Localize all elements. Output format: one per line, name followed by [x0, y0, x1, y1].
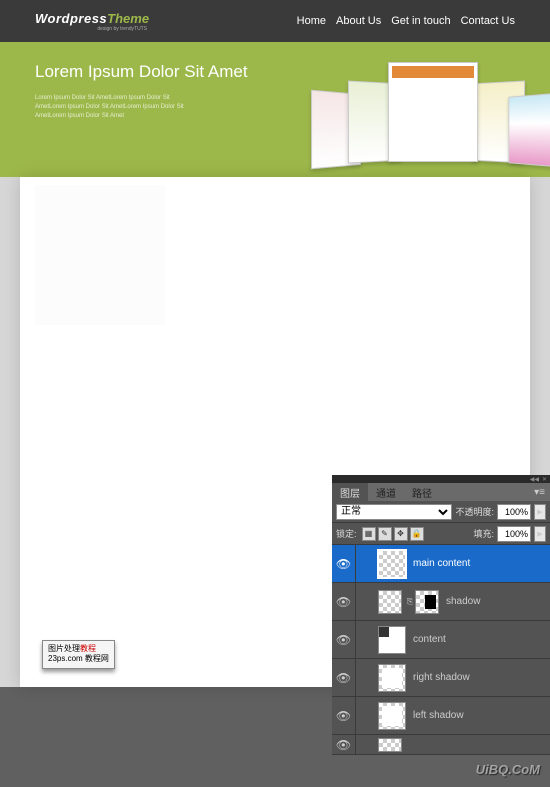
visibility-toggle[interactable]: 👁 [332, 697, 356, 734]
eye-icon: 👁 [336, 709, 351, 723]
main-nav: Home About Us Get in touch Contact Us [297, 15, 515, 27]
lock-pixels-icon[interactable]: ✎ [378, 527, 392, 541]
eye-icon: 👁 [336, 595, 351, 609]
layer-row[interactable]: 👁 left shadow [332, 697, 550, 735]
lock-row: 锁定: ▦ ✎ ✥ 🔒 填充: ▶ [332, 523, 550, 545]
layer-thumbnail[interactable] [378, 664, 406, 692]
panel-close-icon[interactable]: ✕ [542, 476, 547, 483]
layer-name: content [409, 634, 446, 645]
mask-thumbnail[interactable] [415, 590, 439, 614]
visibility-toggle[interactable]: 👁 [332, 621, 356, 658]
eye-icon: 👁 [336, 633, 351, 647]
visibility-toggle[interactable]: 👁 [332, 545, 356, 582]
layer-row-partial[interactable]: 👁 [332, 735, 550, 755]
fill-input[interactable] [497, 526, 531, 542]
layers-list: 👁 main content 👁 ⎘ shadow 👁 content 👁 ri… [332, 545, 550, 755]
lock-buttons: ▦ ✎ ✥ 🔒 [360, 527, 426, 541]
caption-line2: 23ps.com 教程网 [48, 654, 109, 664]
eye-icon: 👁 [336, 738, 351, 752]
opacity-flyout-icon[interactable]: ▶ [534, 504, 546, 520]
nav-home[interactable]: Home [297, 15, 326, 27]
fill-label: 填充: [473, 527, 494, 540]
link-icon[interactable]: ⎘ [405, 597, 415, 607]
blend-mode-select[interactable]: 正常 [336, 504, 452, 520]
layer-name: main content [409, 558, 470, 569]
layer-thumbnail[interactable] [378, 590, 402, 614]
nav-about[interactable]: About Us [336, 15, 381, 27]
panel-topbar: ◀◀ ✕ [332, 475, 550, 483]
visibility-toggle[interactable]: 👁 [332, 735, 356, 754]
lock-all-icon[interactable]: 🔒 [410, 527, 424, 541]
inner-placeholder-box [35, 185, 165, 325]
lock-transparency-icon[interactable]: ▦ [362, 527, 376, 541]
layer-row[interactable]: 👁 ⎘ shadow [332, 583, 550, 621]
fill-flyout-icon[interactable]: ▶ [534, 526, 546, 542]
caption-line1: 图片处理教程 [48, 644, 109, 654]
eye-icon: 👁 [336, 557, 351, 571]
layer-row[interactable]: 👁 right shadow [332, 659, 550, 697]
logo-subtitle: design by trendyTUTS [35, 26, 149, 32]
visibility-toggle[interactable]: 👁 [332, 659, 356, 696]
layer-name: left shadow [409, 710, 464, 721]
lock-position-icon[interactable]: ✥ [394, 527, 408, 541]
image-caption-box: 图片处理教程 23ps.com 教程网 [42, 640, 115, 669]
nav-contact[interactable]: Contact Us [461, 15, 515, 27]
mockup-image [508, 93, 550, 167]
layer-thumbnail[interactable] [378, 626, 406, 654]
tab-layers[interactable]: 图层 [332, 483, 368, 501]
opacity-label: 不透明度: [455, 505, 494, 518]
watermark: UiBQ.CoM [476, 762, 540, 777]
layer-row[interactable]: 👁 main content [332, 545, 550, 583]
layer-thumbnail[interactable] [378, 738, 402, 752]
hero-mockups [310, 57, 540, 177]
site-logo: WordpressTheme design by trendyTUTS [35, 11, 149, 32]
layer-row[interactable]: 👁 content [332, 621, 550, 659]
layer-name: right shadow [409, 672, 470, 683]
mockup-image [388, 62, 478, 162]
logo-text-primary: Wordpress [35, 11, 107, 26]
tab-channels[interactable]: 通道 [368, 483, 404, 501]
lock-label: 锁定: [336, 527, 357, 540]
opacity-input[interactable] [497, 504, 531, 520]
nav-get-in-touch[interactable]: Get in touch [391, 15, 450, 27]
panel-menu-icon[interactable]: ▾≡ [529, 487, 550, 498]
visibility-toggle[interactable]: 👁 [332, 583, 356, 620]
hero-banner: Lorem Ipsum Dolor Sit Amet Lorem Ipsum D… [0, 42, 550, 187]
eye-icon: 👁 [336, 671, 351, 685]
layer-thumbnail[interactable] [378, 702, 406, 730]
layer-thumbnail[interactable] [378, 550, 406, 578]
blend-row: 正常 不透明度: ▶ [332, 501, 550, 523]
panel-collapse-icon[interactable]: ◀◀ [530, 476, 539, 483]
logo-text-secondary: Theme [107, 11, 149, 26]
tab-paths[interactable]: 路径 [404, 483, 440, 501]
layers-panel: ◀◀ ✕ 图层 通道 路径 ▾≡ 正常 不透明度: ▶ 锁定: ▦ ✎ ✥ 🔒 … [332, 475, 550, 755]
panel-tabs: 图层 通道 路径 ▾≡ [332, 483, 550, 501]
layer-name: shadow [442, 596, 480, 607]
site-header: WordpressTheme design by trendyTUTS Home… [0, 0, 550, 42]
